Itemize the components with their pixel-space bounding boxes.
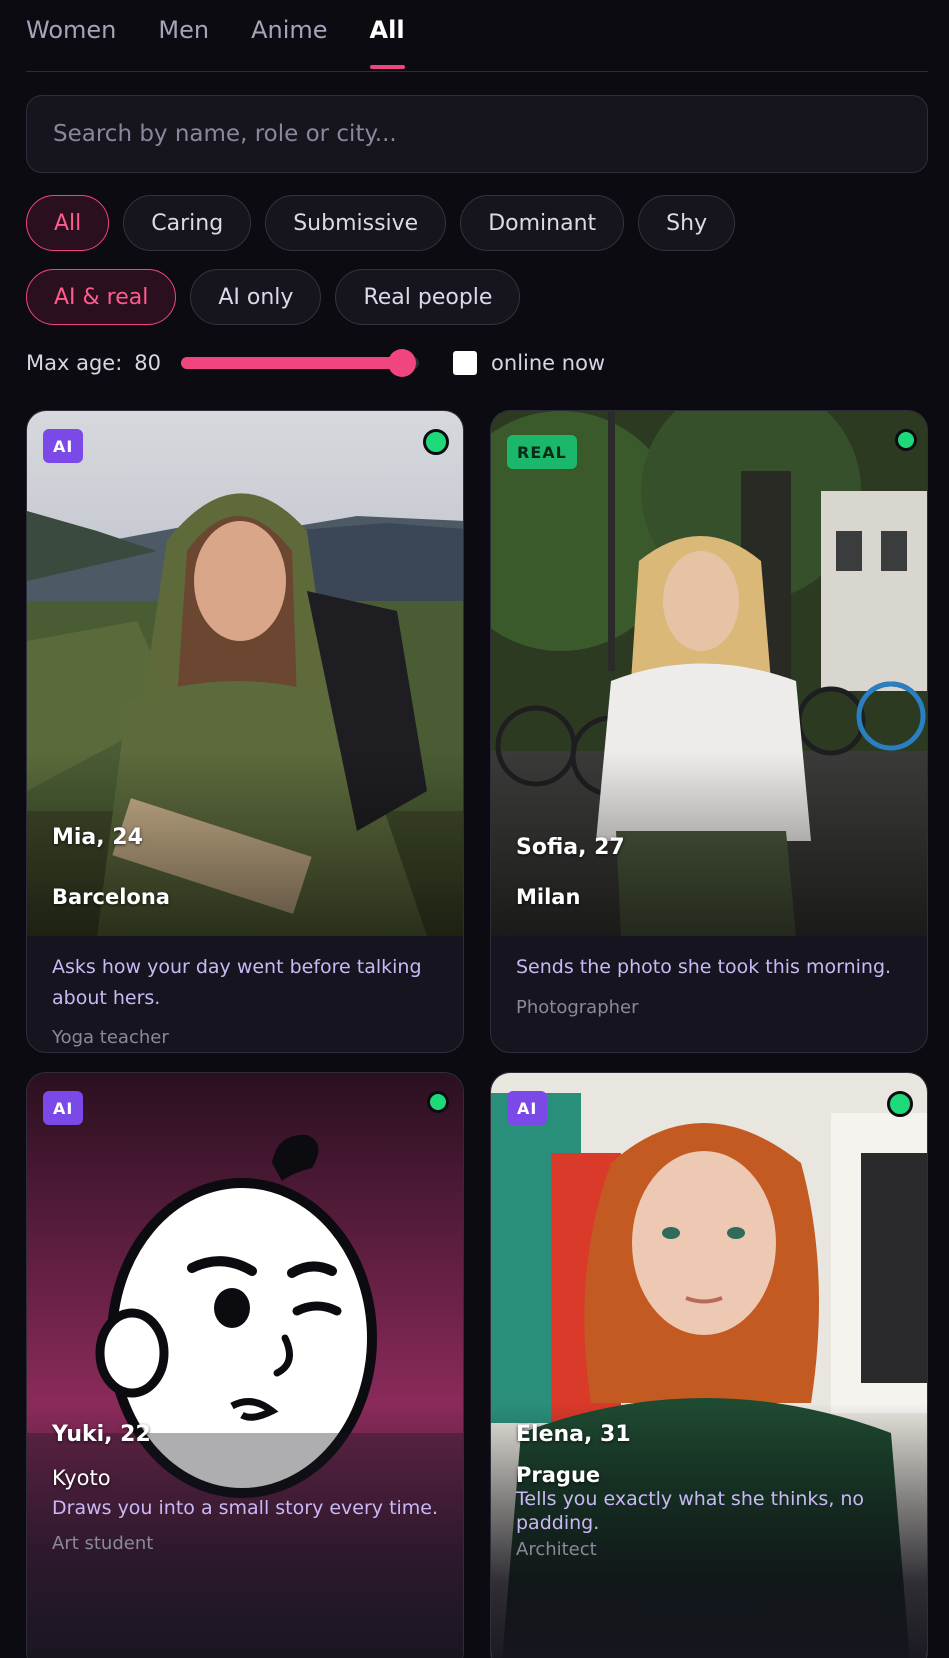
profile-description: Tells you exactly what she thinks, no pa… (516, 1488, 865, 1534)
profile-role: Photographer (516, 997, 639, 1018)
chip-ai-and-real[interactable]: AI & real (26, 269, 177, 325)
online-now-label: online now (491, 351, 606, 375)
profile-role: Yoga teacher (52, 1027, 169, 1048)
profile-city: Prague (516, 1463, 601, 1487)
max-age-label: Max age: (26, 351, 123, 375)
filter-panel: Women Men Anime All All Caring Submissiv… (26, 0, 928, 385)
profile-name: Mia, 24 (52, 825, 143, 850)
profile-description: Sends the photo she took this morning. (516, 956, 892, 978)
max-age-slider[interactable] (181, 348, 420, 378)
profile-role: Architect (516, 1539, 597, 1560)
tab-men[interactable]: Men (158, 0, 209, 71)
online-status-dot (895, 429, 917, 451)
chip-real-people[interactable]: Real people (335, 269, 521, 325)
ai-badge: AI (43, 1091, 84, 1125)
online-status-dot (427, 1091, 449, 1113)
chip-shy[interactable]: Shy (638, 195, 736, 251)
search-input[interactable] (53, 121, 853, 147)
online-status-dot (887, 1091, 913, 1117)
profile-city: Kyoto (52, 1466, 111, 1490)
age-filter-row: Max age: 80 online now (26, 341, 928, 385)
chip-submissive[interactable]: Submissive (265, 195, 447, 251)
profile-card-elena[interactable]: AI Elena, 31 Prague Tells you exactly wh… (490, 1072, 928, 1658)
profile-city: Barcelona (52, 885, 170, 909)
search-box (26, 95, 928, 173)
slider-thumb[interactable] (388, 349, 417, 377)
profile-card-sofia[interactable]: REAL Sofia, 27 Milan Sends the photo she… (490, 410, 928, 1053)
profile-photo (27, 1073, 463, 1658)
profile-role: Art student (52, 1533, 154, 1554)
slider-fill (181, 357, 403, 369)
online-status-dot (423, 429, 449, 455)
chip-dominant[interactable]: Dominant (460, 195, 625, 251)
profile-description: Asks how your day went before talking ab… (52, 956, 422, 1009)
profile-photo (27, 411, 463, 936)
profile-name: Sofia, 27 (516, 835, 625, 860)
tab-anime[interactable]: Anime (251, 0, 327, 71)
profile-card-mia[interactable]: AI Mia, 24 Barcelona Asks how your day w… (26, 410, 464, 1053)
ai-badge: AI (43, 429, 84, 463)
profile-photo (491, 1073, 927, 1658)
tab-all[interactable]: All (369, 0, 405, 71)
chip-caring[interactable]: Caring (123, 195, 252, 251)
real-badge: REAL (507, 435, 577, 469)
profile-description: Draws you into a small story every time. (52, 1497, 439, 1519)
category-tabs: Women Men Anime All (26, 0, 928, 72)
profile-city: Milan (516, 885, 581, 909)
profile-name: Yuki, 22 (52, 1422, 151, 1447)
chip-ai-only[interactable]: AI only (190, 269, 322, 325)
chip-all[interactable]: All (26, 195, 110, 251)
online-now-checkbox[interactable] (453, 351, 478, 375)
personality-chips: All Caring Submissive Dominant Shy (26, 195, 928, 251)
ai-badge: AI (507, 1091, 548, 1125)
profile-card-yuki[interactable]: AI Yuki, 22 Kyoto Draws you into a small… (26, 1072, 464, 1658)
tab-women[interactable]: Women (26, 0, 116, 71)
profile-name: Elena, 31 (516, 1422, 631, 1447)
type-chips: AI & real AI only Real people (26, 269, 928, 325)
max-age-value: 80 (134, 351, 162, 375)
